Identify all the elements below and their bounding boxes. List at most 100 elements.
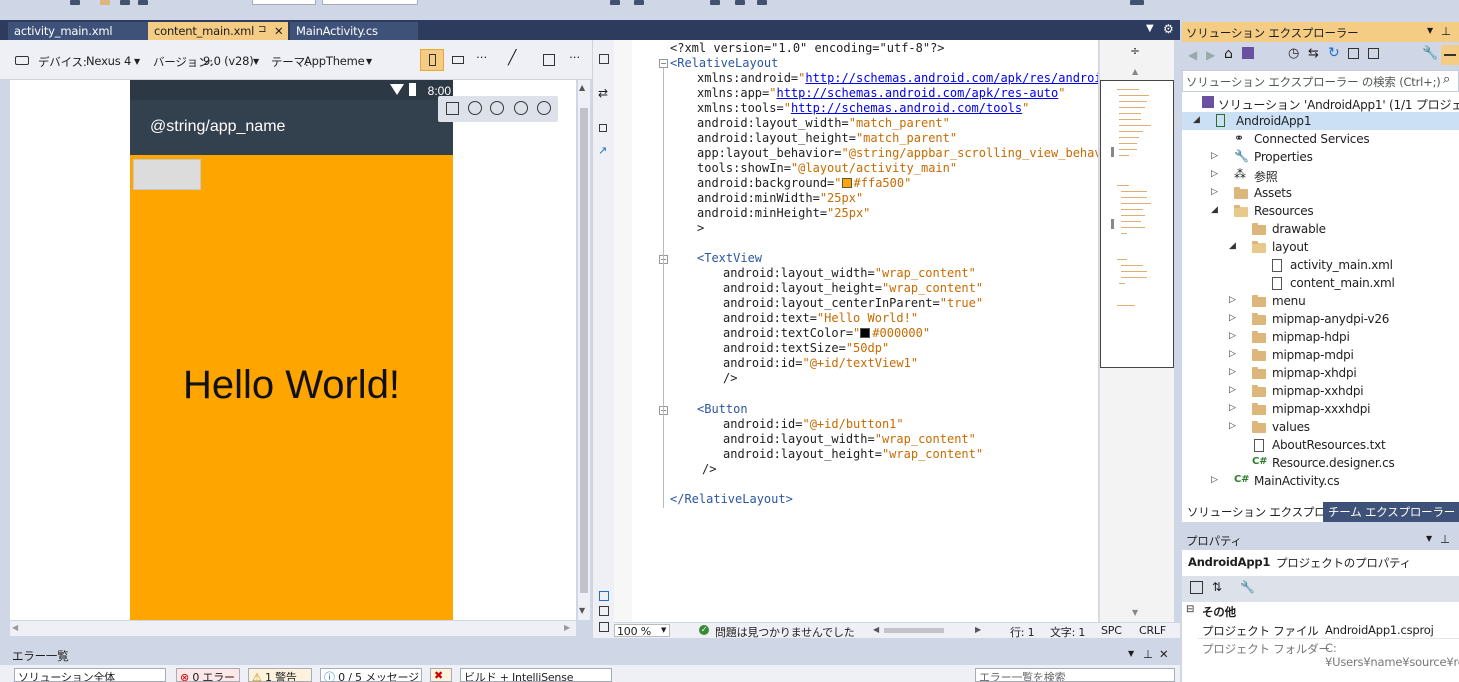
expand-pane-icon[interactable] bbox=[599, 622, 609, 632]
pin-tab-icon[interactable]: ⊐ bbox=[258, 24, 266, 35]
errors-filter-button[interactable]: ⊗ 0 エラー bbox=[176, 668, 240, 682]
expanded-arrow-icon[interactable]: ◢ bbox=[1229, 241, 1236, 251]
tab-activity-main[interactable]: activity_main.xml bbox=[8, 22, 148, 40]
forward-icon[interactable]: ▶ bbox=[1206, 48, 1215, 62]
line-ending[interactable]: CRLF bbox=[1139, 624, 1166, 637]
tree-node-assets[interactable]: ▷ Assets bbox=[1182, 184, 1459, 202]
zoom-actual-icon[interactable] bbox=[490, 101, 504, 115]
tree-node-resources[interactable]: ◢ Resources bbox=[1182, 202, 1459, 220]
tab-main-activity[interactable]: MainActivity.cs bbox=[290, 22, 418, 40]
portrait-button[interactable] bbox=[420, 49, 444, 71]
save-all-icon[interactable] bbox=[138, 0, 148, 5]
collapsed-arrow-icon[interactable]: ▷ bbox=[1229, 295, 1236, 305]
category-collapse-icon[interactable]: ⊟ bbox=[1186, 604, 1194, 615]
tree-node-mipmap-anydpi[interactable]: ▷ mipmap-anydpi-v26 bbox=[1182, 310, 1459, 328]
collapsed-arrow-icon[interactable]: ▷ bbox=[1229, 421, 1236, 431]
save-icon[interactable] bbox=[120, 0, 130, 5]
error-search-input[interactable]: エラー一覧を検索 bbox=[975, 668, 1175, 682]
show-all-files-icon[interactable] bbox=[1368, 48, 1379, 59]
swap-panes-icon[interactable]: ⇄ bbox=[598, 86, 608, 100]
toolbar-icon-e[interactable] bbox=[757, 0, 767, 5]
tree-node-mipmap-mdpi[interactable]: ▷ mipmap-mdpi bbox=[1182, 346, 1459, 364]
minimap-viewport[interactable] bbox=[1100, 80, 1174, 368]
hello-world-textview[interactable]: Hello World! bbox=[130, 363, 453, 408]
device-dropdown-icon[interactable]: ▼ bbox=[134, 57, 140, 66]
tree-node-references[interactable]: ▷ ⁂ 参照 bbox=[1182, 166, 1459, 184]
collapsed-arrow-icon[interactable]: ▷ bbox=[1211, 187, 1218, 197]
home-icon[interactable]: ⌂ bbox=[1224, 46, 1233, 62]
collapsed-arrow-icon[interactable]: ▷ bbox=[1229, 385, 1236, 395]
tree-node-mipmap-xxxhdpi[interactable]: ▷ mipmap-xxxhdpi bbox=[1182, 400, 1459, 418]
collapsed-arrow-icon[interactable]: ▷ bbox=[1229, 331, 1236, 341]
phone-button-widget[interactable] bbox=[133, 159, 201, 190]
collapse-pane-icon[interactable] bbox=[599, 124, 607, 132]
categorized-icon[interactable] bbox=[1190, 581, 1203, 594]
platform-combo[interactable] bbox=[322, 0, 418, 5]
back-icon[interactable]: ◀ bbox=[1188, 48, 1197, 62]
grid-layout-icon[interactable] bbox=[543, 54, 555, 66]
zoom-out-icon[interactable] bbox=[537, 101, 551, 115]
scope-select[interactable]: ソリューション全体 bbox=[14, 668, 166, 682]
collapsed-arrow-icon[interactable]: ▷ bbox=[1229, 313, 1236, 323]
tree-node-solution[interactable]: ソリューション 'AndroidApp1' (1/1 プロジェクト) bbox=[1182, 94, 1459, 112]
collapsed-arrow-icon[interactable]: ▷ bbox=[1211, 169, 1218, 179]
collapsed-arrow-icon[interactable]: ▷ bbox=[1229, 367, 1236, 377]
scroll-left-arrow-icon[interactable]: ◀ bbox=[12, 623, 18, 632]
preview-selected-button[interactable] bbox=[1441, 45, 1459, 65]
collapsed-arrow-icon[interactable]: ▷ bbox=[1229, 349, 1236, 359]
collapse-all-icon[interactable] bbox=[1348, 48, 1359, 59]
fold-toggle-relativelayout[interactable]: − bbox=[659, 59, 668, 68]
scroll-right-arrow-icon[interactable]: ▶ bbox=[564, 623, 570, 632]
tree-node-mipmap-xhdpi[interactable]: ▷ mipmap-xhdpi bbox=[1182, 364, 1459, 382]
tree-node-resource-designer[interactable]: C# Resource.designer.cs bbox=[1182, 454, 1459, 472]
window-options-icon[interactable]: ▼ bbox=[1426, 534, 1432, 543]
property-row[interactable]: プロジェクト ファイル AndroidApp1.csproj bbox=[1198, 621, 1459, 639]
configuration-combo[interactable] bbox=[252, 0, 316, 5]
whitespace-mode[interactable]: SPC bbox=[1101, 624, 1122, 637]
hscroll-right-icon[interactable]: ▶ bbox=[975, 625, 981, 634]
fit-screen-icon[interactable] bbox=[446, 102, 459, 115]
minimap-down-icon[interactable]: ▼ bbox=[1132, 608, 1138, 617]
scroll-down-arrow-icon[interactable]: ▼ bbox=[579, 606, 585, 615]
expanded-arrow-icon[interactable]: ◢ bbox=[1193, 115, 1200, 125]
pin-window-icon[interactable]: ⊥ bbox=[1440, 532, 1450, 546]
toolbar-icon-a[interactable] bbox=[610, 0, 620, 5]
property-row[interactable]: プロジェクト フォルダー C:¥Users¥name¥source¥re bbox=[1198, 639, 1459, 669]
window-options-icon[interactable]: ▼ bbox=[1128, 649, 1134, 658]
theme-select[interactable]: AppTheme bbox=[304, 54, 365, 68]
editor-hscroll-thumb[interactable] bbox=[884, 628, 944, 633]
collapsed-arrow-icon[interactable]: ▷ bbox=[1211, 151, 1218, 161]
toolbar-icon-c[interactable] bbox=[710, 0, 720, 5]
designer-scroll-thumb[interactable] bbox=[580, 108, 588, 593]
new-file-icon[interactable] bbox=[70, 0, 80, 5]
zoom-fit-icon[interactable] bbox=[468, 101, 482, 115]
designer-horizontal-scrollbar[interactable]: ◀ ▶ bbox=[10, 621, 576, 636]
solution-search-input[interactable]: ソリューション エクスプローラー の検索 (Ctrl+;) ⌕ bbox=[1182, 70, 1459, 92]
close-panel-icon[interactable]: ✕ bbox=[1159, 647, 1169, 661]
vertical-split-icon[interactable] bbox=[599, 591, 609, 601]
tab-overflow-icon[interactable]: ▼ bbox=[1146, 23, 1154, 34]
window-options-icon[interactable]: ▼ bbox=[1427, 26, 1433, 35]
collapsed-arrow-icon[interactable]: ▷ bbox=[1211, 475, 1218, 485]
tree-node-main-activity[interactable]: ▷ C# MainActivity.cs bbox=[1182, 472, 1459, 490]
scroll-up-arrow-icon[interactable]: ▲ bbox=[579, 83, 585, 92]
alphabetical-icon[interactable]: ⇅ bbox=[1212, 580, 1222, 594]
open-folder-icon[interactable] bbox=[100, 0, 110, 5]
split-editor-icon[interactable]: ÷ bbox=[1130, 44, 1140, 58]
tree-node-connected[interactable]: ⚭ Connected Services bbox=[1182, 130, 1459, 148]
overflow-icon[interactable]: ⋯ bbox=[569, 50, 581, 64]
property-pages-wrench-icon[interactable]: 🔧 bbox=[1240, 580, 1255, 594]
hscroll-left-icon[interactable]: ◀ bbox=[873, 625, 879, 634]
zoom-select[interactable]: 100 % ▼ bbox=[614, 624, 670, 638]
switch-views-icon[interactable] bbox=[1242, 47, 1254, 59]
build-filter-select[interactable]: ビルド + IntelliSense bbox=[460, 668, 612, 682]
toolbar-icon-d[interactable] bbox=[735, 0, 745, 5]
tree-node-about-resources[interactable]: AboutResources.txt bbox=[1182, 436, 1459, 454]
tree-node-menu[interactable]: ▷ menu bbox=[1182, 292, 1459, 310]
settings-gear-icon[interactable]: ⚙ bbox=[1163, 22, 1174, 36]
close-tab-icon[interactable]: ✕ bbox=[274, 24, 284, 38]
tree-node-mipmap-xxhdpi[interactable]: ▷ mipmap-xxhdpi bbox=[1182, 382, 1459, 400]
sync-icon[interactable]: ⇆ bbox=[1308, 46, 1319, 61]
landscape-icon[interactable] bbox=[452, 56, 464, 64]
toolbar-icon-b[interactable] bbox=[634, 0, 644, 5]
